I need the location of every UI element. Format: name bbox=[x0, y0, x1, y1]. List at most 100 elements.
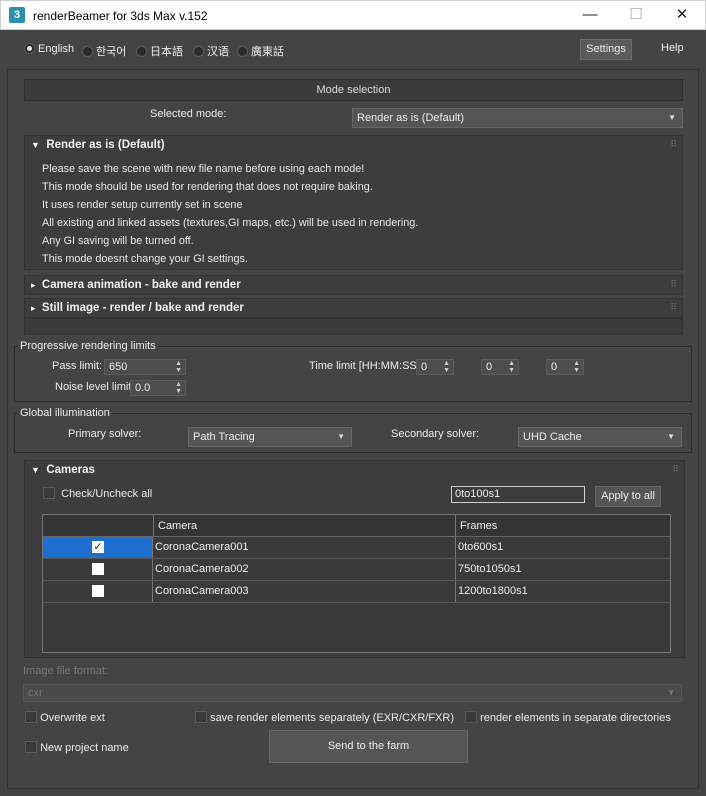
rollout-camera-animation[interactable]: ▸ Camera animation - bake and render ⠿ bbox=[24, 275, 683, 295]
pass-limit-value: 650 bbox=[109, 361, 128, 373]
chevron-down-icon: ▼ bbox=[667, 432, 675, 441]
rollout-header: ▸ Still image - render / bake and render bbox=[31, 302, 244, 314]
mode-selection-header: Mode selection bbox=[24, 79, 683, 101]
table-row[interactable]: CoronaCamera002 750to1050s1 bbox=[43, 559, 670, 581]
send-to-farm-button[interactable]: Send to the farm bbox=[269, 730, 468, 763]
minimize-button[interactable]: — bbox=[567, 1, 613, 30]
noise-limit-spinner[interactable]: 0.0 ▲ ▼ bbox=[130, 380, 186, 396]
help-link[interactable]: Help bbox=[661, 42, 684, 54]
progressive-limits-title: Progressive rendering limits bbox=[18, 340, 158, 352]
radio-icon bbox=[237, 46, 248, 57]
save-elements-option[interactable]: save render elements separately (EXR/CXR… bbox=[195, 711, 454, 724]
new-project-option[interactable]: New project name bbox=[25, 741, 129, 754]
checkbox[interactable] bbox=[25, 711, 37, 723]
checkbox[interactable] bbox=[25, 741, 37, 753]
mode-description-line: This mode doesnt change your GI settings… bbox=[42, 253, 248, 265]
table-header: Camera Frames bbox=[43, 515, 670, 537]
expanded-arrow-icon: ▼ bbox=[31, 140, 40, 150]
rollout-title: Cameras bbox=[46, 464, 95, 476]
primary-solver-value: Path Tracing bbox=[193, 431, 255, 443]
column-header-check bbox=[43, 515, 153, 537]
language-label: 廣東話 bbox=[251, 46, 284, 58]
column-header-camera[interactable]: Camera bbox=[153, 515, 455, 537]
image-format-label: Image file format: bbox=[23, 665, 108, 677]
pass-limit-spinner[interactable]: 650 ▲ ▼ bbox=[104, 359, 186, 375]
rollout-title: Still image - render / bake and render bbox=[41, 302, 244, 314]
close-button[interactable]: ✕ bbox=[659, 1, 705, 30]
language-label: English bbox=[38, 43, 75, 55]
row-check-cell[interactable]: ✓ bbox=[43, 537, 152, 558]
separate-dirs-label: render elements in separate directories bbox=[480, 712, 671, 724]
spinner-arrows-icon[interactable]: ▲ ▼ bbox=[175, 360, 182, 374]
language-label: 汉语 bbox=[207, 46, 229, 58]
rollout-header[interactable]: ▼ Render as is (Default) bbox=[31, 139, 165, 151]
secondary-solver-label: Secondary solver: bbox=[391, 428, 480, 440]
frames-cell[interactable]: 1200to1800s1 bbox=[455, 581, 670, 602]
camera-name-cell: CoronaCamera003 bbox=[152, 581, 455, 602]
primary-solver-label: Primary solver: bbox=[68, 428, 142, 440]
column-header-frames[interactable]: Frames bbox=[455, 515, 670, 537]
overwrite-ext-option[interactable]: Overwrite ext bbox=[25, 711, 105, 724]
checkbox[interactable] bbox=[92, 585, 104, 597]
mode-description-line: Please save the scene with new file name… bbox=[42, 163, 365, 175]
title-bar: 3 renderBeamer for 3ds Max v.152 — ☐ ✕ bbox=[0, 0, 706, 30]
language-option-japanese[interactable]: 日本語 bbox=[136, 43, 183, 58]
image-format-dropdown[interactable]: cxr ▼ bbox=[23, 684, 682, 702]
row-check-cell[interactable] bbox=[43, 581, 152, 602]
spinner-arrows-icon[interactable]: ▲ ▼ bbox=[573, 360, 580, 374]
chevron-down-icon: ▼ bbox=[337, 432, 345, 441]
maximize-button[interactable]: ☐ bbox=[613, 1, 659, 30]
mode-description-line: Any GI saving will be turned off. bbox=[42, 235, 194, 247]
apply-to-all-button[interactable]: Apply to all bbox=[595, 486, 661, 507]
rollout-spacer bbox=[24, 318, 683, 335]
image-format-value: cxr bbox=[28, 687, 43, 699]
checkbox[interactable] bbox=[43, 487, 55, 499]
rollout-header[interactable]: ▼ Cameras bbox=[31, 464, 95, 476]
checkbox[interactable] bbox=[195, 711, 207, 723]
grip-icon: ⠿ bbox=[670, 139, 677, 149]
grip-icon: ⠿ bbox=[670, 302, 677, 312]
table-row[interactable]: CoronaCamera003 1200to1800s1 bbox=[43, 581, 670, 603]
language-option-english[interactable]: English bbox=[24, 43, 74, 57]
table-row[interactable]: ✓ CoronaCamera001 0to600s1 bbox=[43, 537, 670, 559]
language-option-chinese[interactable]: 汉语 bbox=[193, 43, 229, 58]
camera-name-cell: CoronaCamera002 bbox=[152, 559, 455, 580]
secondary-solver-dropdown[interactable]: UHD Cache ▼ bbox=[518, 427, 682, 447]
radio-icon bbox=[82, 46, 93, 57]
radio-icon bbox=[193, 46, 204, 57]
app-icon: 3 bbox=[9, 7, 25, 23]
language-option-korean[interactable]: 한국어 bbox=[82, 43, 127, 58]
collapsed-arrow-icon: ▸ bbox=[31, 303, 36, 313]
spinner-arrows-icon[interactable]: ▲ ▼ bbox=[508, 360, 515, 374]
spinner-arrows-icon[interactable]: ▲ ▼ bbox=[443, 360, 450, 374]
rollout-title: Render as is (Default) bbox=[46, 139, 165, 151]
window-title: renderBeamer for 3ds Max v.152 bbox=[33, 9, 208, 23]
time-seconds-spinner[interactable]: 0 ▲ ▼ bbox=[546, 359, 584, 375]
mode-dropdown-value: Render as is (Default) bbox=[357, 112, 464, 124]
time-hours-spinner[interactable]: 0 ▲ ▼ bbox=[416, 359, 454, 375]
camera-name-cell: CoronaCamera001 bbox=[152, 537, 455, 558]
time-limit-label: Time limit [HH:MM:SS] bbox=[309, 360, 420, 372]
settings-button[interactable]: Settings bbox=[580, 39, 632, 60]
mode-dropdown[interactable]: Render as is (Default) ▼ bbox=[352, 108, 683, 128]
frames-cell[interactable]: 0to600s1 bbox=[455, 537, 670, 558]
mode-description-line: It uses render setup currently set in sc… bbox=[42, 199, 243, 211]
selected-mode-label: Selected mode: bbox=[150, 108, 227, 120]
spinner-arrows-icon[interactable]: ▲ ▼ bbox=[175, 381, 182, 395]
frames-input[interactable]: 0to100s1 bbox=[451, 486, 585, 503]
primary-solver-dropdown[interactable]: Path Tracing ▼ bbox=[188, 427, 352, 447]
save-elements-label: save render elements separately (EXR/CXR… bbox=[210, 712, 454, 724]
frames-cell[interactable]: 750to1050s1 bbox=[455, 559, 670, 580]
checkbox-checked[interactable]: ✓ bbox=[92, 541, 104, 553]
check-all-label: Check/Uncheck all bbox=[61, 488, 153, 500]
check-all-toggle[interactable]: Check/Uncheck all bbox=[43, 487, 152, 500]
language-option-cantonese[interactable]: 廣東話 bbox=[237, 43, 284, 58]
mode-description-line: All existing and linked assets (textures… bbox=[42, 217, 419, 229]
language-label: 한국어 bbox=[96, 46, 127, 58]
rollout-header: ▸ Camera animation - bake and render bbox=[31, 279, 241, 291]
time-minutes-spinner[interactable]: 0 ▲ ▼ bbox=[481, 359, 519, 375]
checkbox[interactable] bbox=[92, 563, 104, 575]
language-bar: English 한국어 日本語 汉语 廣東話 Settings Help bbox=[0, 31, 706, 69]
rollout-still-image[interactable]: ▸ Still image - render / bake and render… bbox=[24, 298, 683, 318]
row-check-cell[interactable] bbox=[43, 559, 152, 580]
